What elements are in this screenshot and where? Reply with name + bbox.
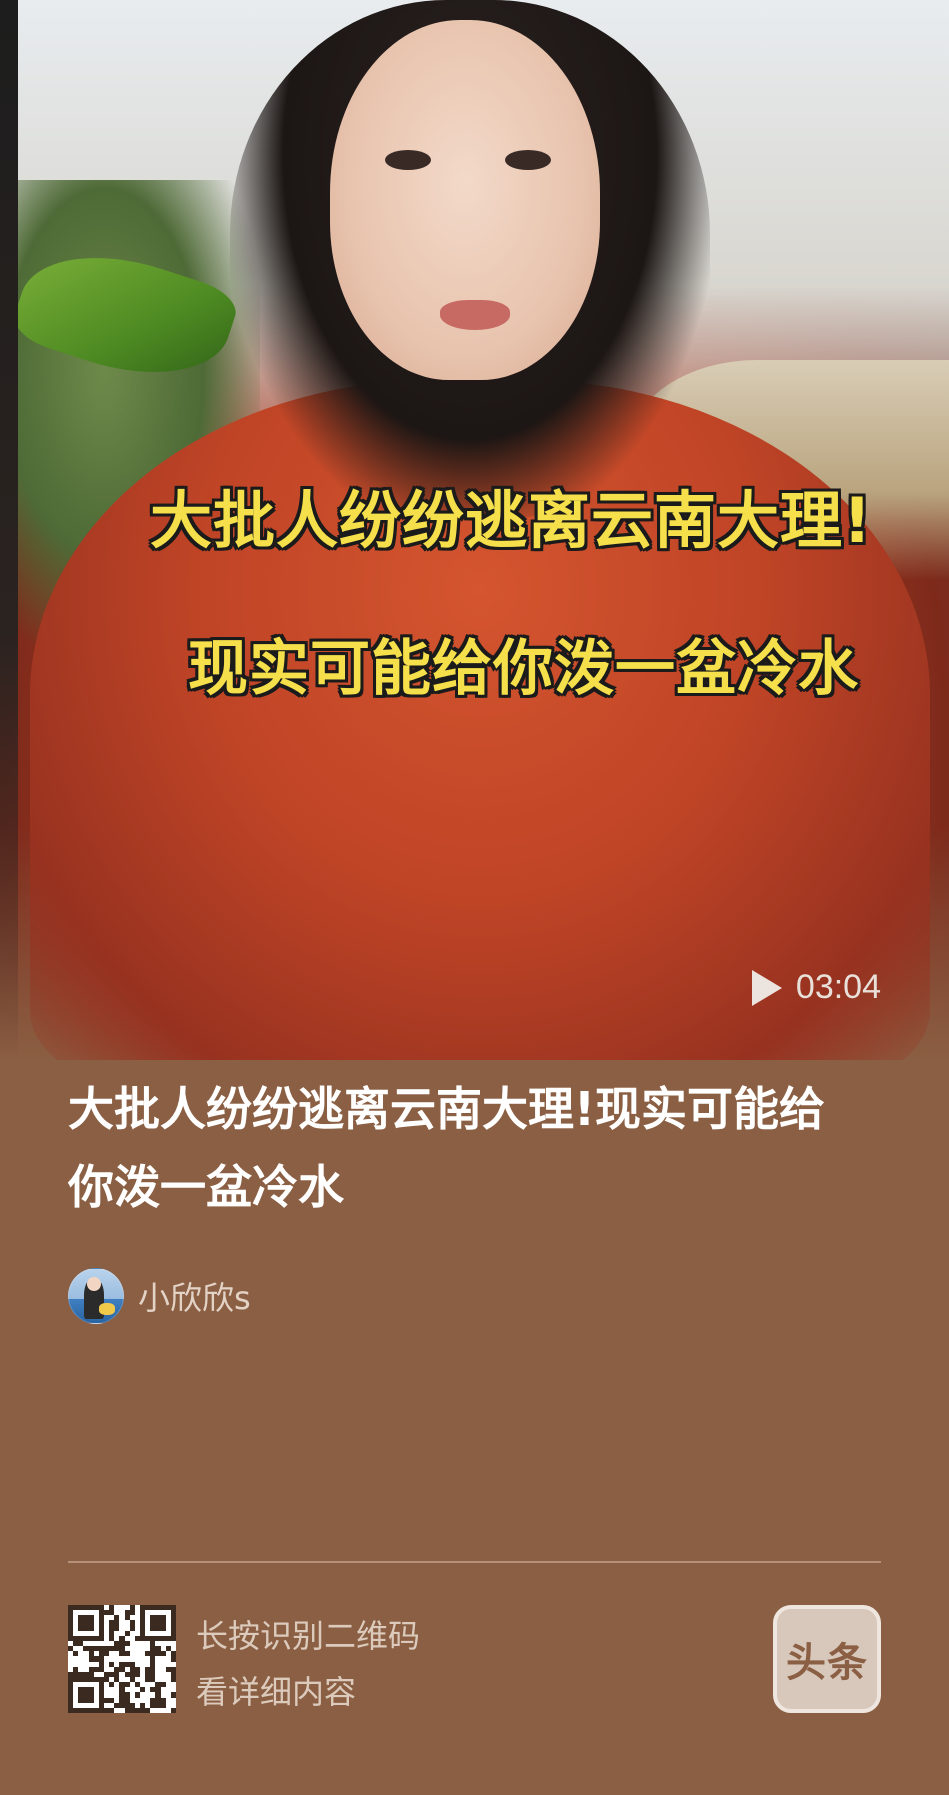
qr-caption-line-1: 长按识别二维码 xyxy=(196,1617,421,1655)
qr-caption-line-2: 看详细内容 xyxy=(196,1673,357,1711)
video-duration-badge[interactable]: 03:04 xyxy=(751,968,881,1007)
author-row[interactable]: 小欣欣s xyxy=(68,1268,251,1324)
divider xyxy=(68,1561,881,1563)
avatar-face xyxy=(87,1277,101,1291)
avatar-dog xyxy=(99,1303,115,1315)
mouth xyxy=(440,300,510,330)
video-overlay-caption-1: 大批人纷纷逃离云南大理! xyxy=(150,484,873,557)
qr-caption: 长按识别二维码 看详细内容 xyxy=(196,1608,420,1720)
right-eye xyxy=(505,150,551,170)
video-thumbnail[interactable]: 大批人纷纷逃离云南大理! 现实可能给你泼一盆冷水 03:04 xyxy=(0,0,949,1060)
video-overlay-caption-2: 现实可能给你泼一盆冷水 xyxy=(188,634,859,704)
play-icon[interactable] xyxy=(751,970,782,1006)
video-duration: 03:04 xyxy=(795,968,881,1006)
article-title[interactable]: 大批人纷纷逃离云南大理!现实可能给你泼一盆冷水 xyxy=(68,1070,868,1226)
avatar[interactable] xyxy=(68,1268,124,1324)
left-edge-shadow xyxy=(0,0,18,1060)
qr-code-icon[interactable] xyxy=(68,1605,176,1713)
left-eye xyxy=(385,150,431,170)
toutiao-logo-icon: 头条 xyxy=(773,1605,881,1713)
author-name[interactable]: 小欣欣s xyxy=(138,1273,251,1319)
